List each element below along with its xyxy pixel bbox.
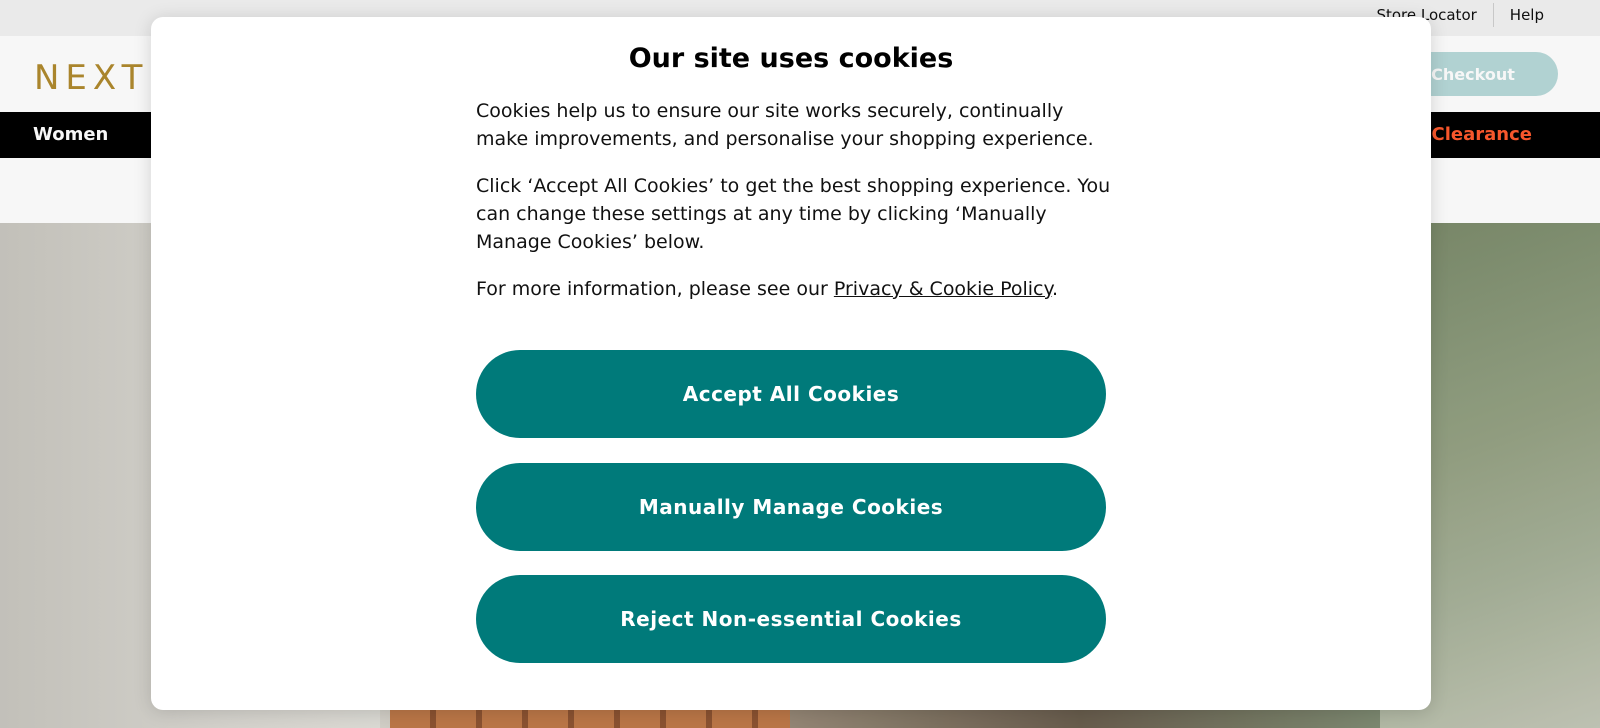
accept-all-cookies-button[interactable]: Accept All Cookies [476,350,1106,438]
cookie-paragraph-intro: Cookies help us to ensure our site works… [476,100,1094,150]
more-info-period: . [1052,278,1059,300]
more-info-text: For more information, please see our [476,278,834,300]
cookie-dialog-title: Our site uses cookies [628,43,954,74]
cookie-paragraph-more-info: For more information, please see our Pri… [476,275,1116,303]
reject-non-essential-cookies-button[interactable]: Reject Non-essential Cookies [476,575,1106,663]
cookie-dialog-body: Cookies help us to ensure our site works… [476,97,1116,322]
manually-manage-cookies-button[interactable]: Manually Manage Cookies [476,463,1106,551]
privacy-cookie-policy-link[interactable]: Privacy & Cookie Policy [834,278,1052,300]
cookie-paragraph-instructions: Click ‘Accept All Cookies’ to get the be… [476,175,1111,253]
cookie-consent-dialog: Our site uses cookies Cookies help us to… [151,17,1431,710]
